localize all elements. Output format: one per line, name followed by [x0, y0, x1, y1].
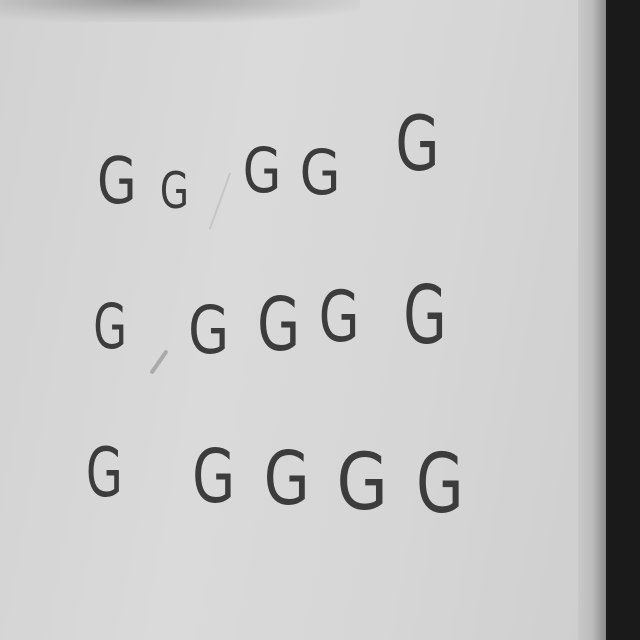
handwritten-letter: G — [242, 134, 282, 207]
dark-background — [606, 0, 640, 640]
handwritten-letter: G — [415, 437, 464, 532]
handwritten-letter: G — [336, 438, 388, 528]
handwritten-letter: G — [188, 292, 230, 369]
whiteboard-frame-edge — [578, 0, 606, 640]
handwritten-letter: G — [263, 436, 310, 522]
handwritten-letter: G — [85, 434, 123, 513]
handwritten-letter: G — [93, 290, 127, 363]
handwritten-letter: G — [318, 276, 360, 358]
top-shadow — [0, 0, 360, 22]
handwritten-letter: G — [403, 269, 447, 362]
handwritten-letter: G — [192, 434, 236, 520]
handwritten-letter: G — [96, 145, 137, 219]
handwritten-letter: G — [257, 282, 301, 368]
handwritten-letter: G — [299, 136, 341, 209]
handwritten-letter: G — [395, 99, 440, 188]
handwritten-letter: G — [159, 162, 189, 220]
